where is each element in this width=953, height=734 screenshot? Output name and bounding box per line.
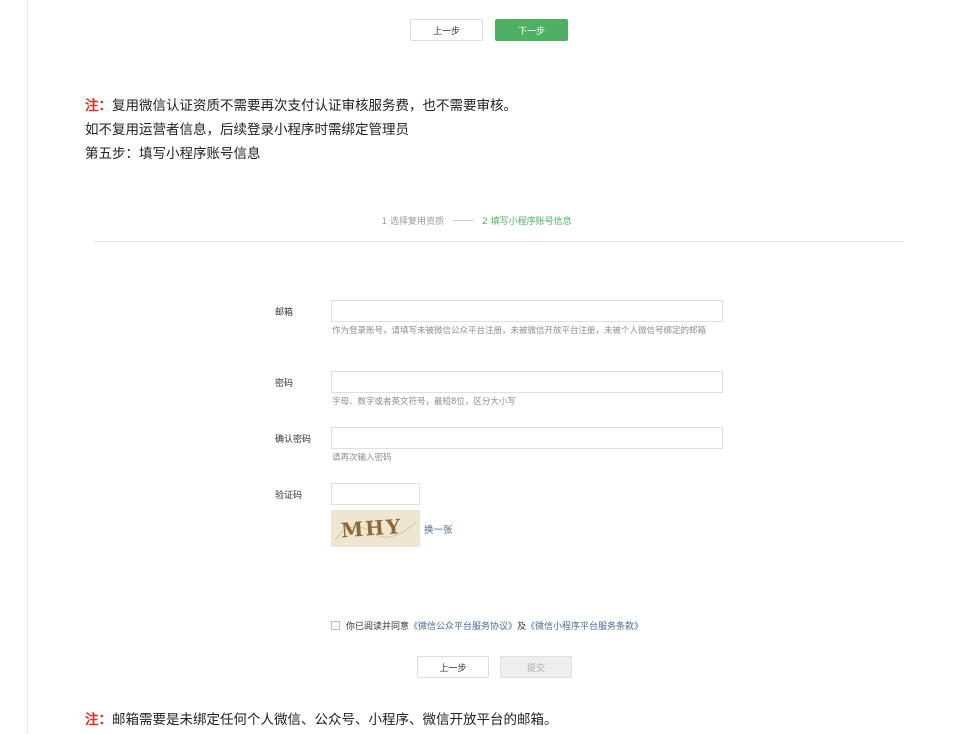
note-text: 复用微信认证资质不需要再次支付认证审核服务费，也不需要审核。 (112, 98, 517, 114)
captcha-field[interactable] (331, 483, 420, 505)
captcha-label: 验证码 (275, 491, 303, 501)
registration-stepper: 1 选择复用资质 2 填写小程序账号信息 (0, 214, 953, 227)
confirm-password-hint: 请再次输入密码 (332, 453, 392, 463)
note-prefix: 注： (85, 712, 112, 728)
password-hint: 字母、数字或者英文符号，最短8位，区分大小写 (332, 397, 516, 407)
password-field[interactable] (331, 371, 723, 393)
top-prev-step-button[interactable]: 上一步 (410, 19, 483, 41)
miniprogram-terms-link[interactable]: 《微信小程序平台服务条款》 (526, 619, 643, 632)
note-prefix: 注： (85, 98, 112, 114)
agreement-prefix: 你已阅读并同意 (346, 622, 410, 632)
step-2-fill-account-info: 2 填写小程序账号信息 (482, 217, 572, 227)
step-connector (452, 220, 474, 221)
captcha-image[interactable]: MHY (331, 510, 420, 547)
note-email-requirement: 注：邮箱需要是未绑定任何个人微信、公众号、小程序、微信开放平台的邮箱。 (85, 711, 558, 729)
agreement-joiner: 及 (517, 622, 527, 632)
top-next-step-button[interactable]: 下一步 (495, 19, 568, 41)
email-field[interactable] (331, 300, 723, 322)
agreement-checkbox[interactable] (331, 621, 340, 630)
step-five-heading: 第五步：填写小程序账号信息 (85, 146, 261, 162)
service-agreement-link[interactable]: 《微信公众平台服务协议》 (409, 619, 517, 632)
content-left-border (27, 0, 28, 734)
confirm-password-label: 确认密码 (275, 435, 312, 445)
note-reuse-qualification: 注：复用微信认证资质不需要再次支付认证审核服务费，也不需要审核。 (85, 97, 517, 115)
agreement-row: 你已阅读并同意 《微信公众平台服务协议》 及 《微信小程序平台服务条款》 (331, 619, 643, 632)
stepper-divider (94, 241, 904, 242)
captcha-text: MHY (340, 514, 403, 542)
note-text: 邮箱需要是未绑定任何个人微信、公众号、小程序、微信开放平台的邮箱。 (112, 712, 558, 728)
password-label: 密码 (275, 379, 294, 389)
note-operator-info: 如不复用运营者信息，后续登录小程序时需绑定管理员 (85, 122, 409, 138)
step-1-select-qualification: 1 选择复用资质 (381, 217, 444, 227)
bottom-prev-step-button[interactable]: 上一步 (417, 656, 489, 678)
captcha-refresh-link[interactable]: 换一张 (424, 522, 453, 536)
email-hint: 作为登录账号，请填写未被微信公众平台注册，未被微信开放平台注册，未被个人微信号绑… (332, 326, 707, 336)
confirm-password-field[interactable] (331, 427, 723, 449)
submit-button[interactable]: 提交 (500, 656, 572, 678)
email-label: 邮箱 (275, 308, 294, 318)
